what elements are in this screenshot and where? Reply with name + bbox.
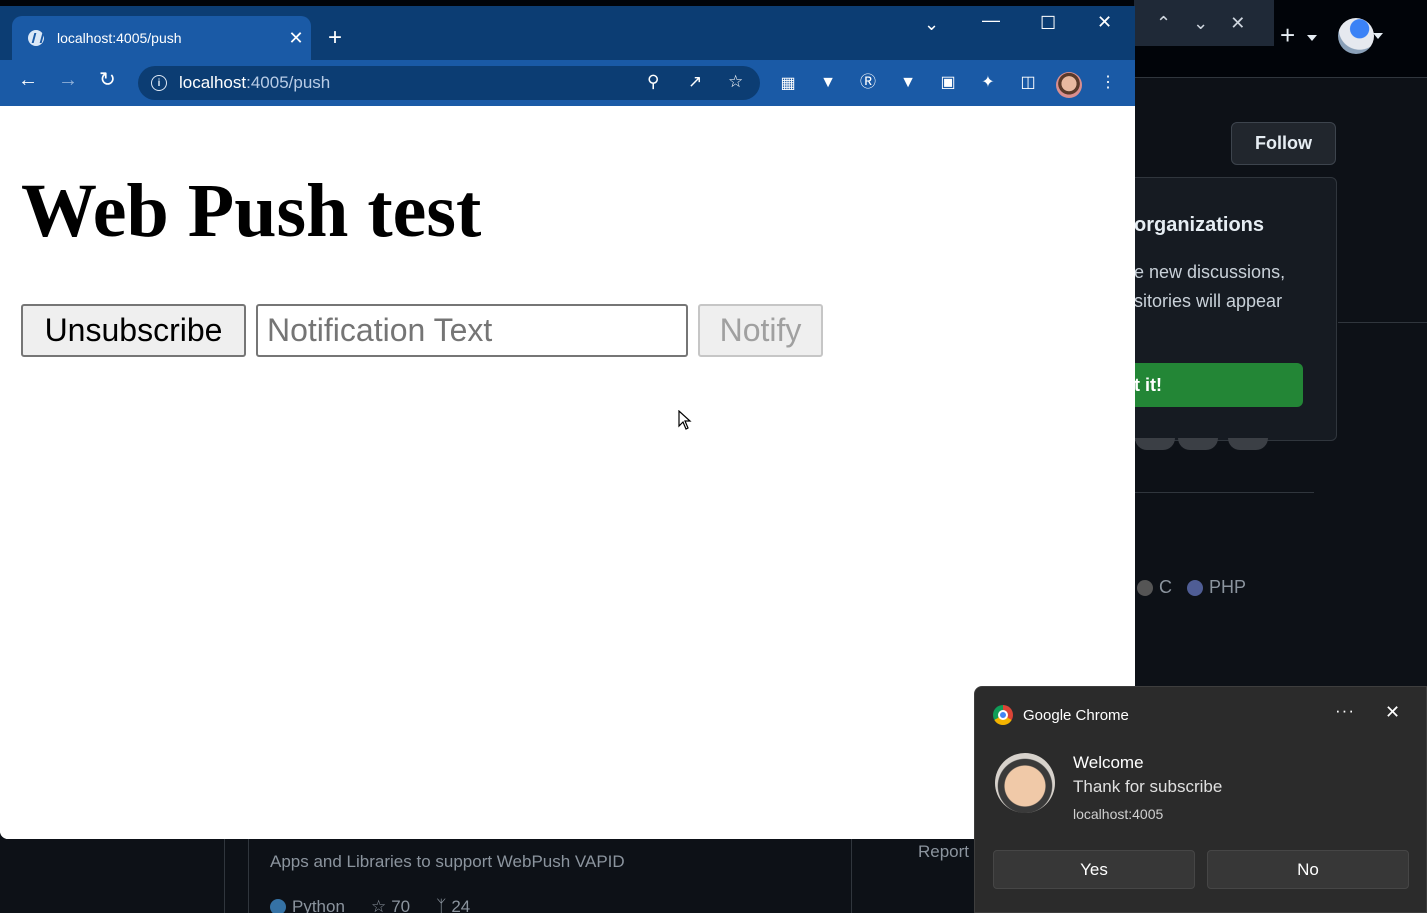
notification-header: Google Chrome [993,705,1129,725]
follow-button[interactable]: Follow [1231,122,1336,165]
mouse-cursor-icon [678,410,692,430]
notification-origin: localhost:4005 [1073,806,1164,822]
card-action-button[interactable]: t it! [1120,363,1303,407]
repo-forks[interactable]: ᛉ 24 [436,897,470,913]
apps-grid-icon[interactable]: ▦ [778,74,798,94]
page-content: Web Push test Unsubscribe Notify [0,106,1135,839]
url-host: localhost [179,73,247,92]
language-label: PHP [1209,577,1247,597]
new-tab-icon[interactable]: + [328,26,342,50]
caret-down-icon [1373,33,1383,39]
reload-icon[interactable]: ↻ [99,70,116,90]
divider [1338,322,1427,323]
chrome-notification[interactable]: Google Chrome ··· ✕ Welcome Thank for su… [974,686,1427,913]
site-favicon-icon [28,30,44,46]
close-tab-icon[interactable]: ✕ [281,28,311,49]
chrome-icon [993,705,1013,725]
repo-meta: Python ☆ 70 ᛉ 24 [270,897,470,913]
share-icon[interactable]: ↗ [688,73,702,90]
browser-toolbar: ← → ↻ i localhost:4005/push ⚲ ↗ ☆ ▦ ▼ Ⓡ … [0,60,1135,106]
language-dot [1137,579,1153,596]
avatar-stack [1135,438,1175,450]
close-icon[interactable]: ✕ [1230,13,1245,34]
vue-devtools-icon[interactable]: ▼ [898,73,918,93]
language-item[interactable]: C [1137,577,1172,598]
language-dot [270,899,286,913]
star-icon: ☆ [370,897,387,913]
divider [1134,492,1314,493]
vue-devtools-icon[interactable]: ▼ [818,73,838,93]
url-path: :4005/push [246,73,331,92]
avatar-stack [1228,438,1268,450]
tab-push[interactable]: localhost:4005/push ✕ [12,16,311,60]
window-controls-background: ⌃ ⌄ ✕ [1134,0,1274,46]
tab-search-icon[interactable]: ⌄ [924,14,939,35]
repo-language-label: Python [292,897,345,913]
user-avatar[interactable] [1338,18,1374,54]
side-panel-icon[interactable]: ◫ [1018,73,1038,93]
address-bar[interactable]: i localhost:4005/push ⚲ ↗ ☆ [138,66,760,100]
repo-forks-count: 24 [451,897,471,913]
close-notification-icon[interactable]: ✕ [1385,702,1400,723]
fork-icon: ᛉ [436,897,447,913]
language-dot [1187,579,1203,596]
chevron-up-icon[interactable]: ⌃ [1156,13,1171,34]
caret-down-icon [1307,35,1317,41]
zoom-icon[interactable]: ⚲ [647,73,659,90]
yes-button[interactable]: Yes [993,850,1195,889]
repo-language: Python [270,897,345,913]
repo-stars-count: 70 [391,897,411,913]
more-vertical-icon[interactable]: ⋮ [1098,73,1118,93]
chevron-down-icon[interactable]: ⌄ [1193,13,1208,34]
tab-strip: localhost:4005/push ✕ + ⌄ — ☐ ✕ [0,6,1135,60]
language-label: C [1159,577,1172,597]
tab-title: localhost:4005/push [57,30,182,46]
screenshot-extension-icon[interactable]: ▣ [938,73,958,93]
notify-button[interactable]: Notify [698,304,823,357]
card-text: e new discussions, sitories will appear [1134,262,1286,311]
bookmark-star-icon[interactable]: ☆ [728,73,743,90]
page-title: Web Push test [21,169,482,253]
unsubscribe-button[interactable]: Unsubscribe [21,304,246,357]
no-button[interactable]: No [1207,850,1409,889]
extension-r-icon[interactable]: Ⓡ [858,73,878,93]
notification-app-name: Google Chrome [1023,706,1129,724]
minimize-icon[interactable]: — [982,10,1000,31]
repo-description: Apps and Libraries to support WebPush VA… [270,852,625,871]
language-item[interactable]: PHP [1187,577,1246,598]
close-window-icon[interactable]: ✕ [1097,12,1112,33]
avatar-stack [1178,438,1218,450]
back-icon[interactable]: ← [18,70,38,90]
forward-icon[interactable]: → [58,70,78,90]
card-title: organizations [1134,214,1265,236]
notification-avatar [995,753,1055,813]
browser-window: localhost:4005/push ✕ + ⌄ — ☐ ✕ ← → ↻ i … [0,6,1135,839]
divider [224,838,225,913]
repo-stars[interactable]: ☆ 70 [371,897,410,913]
more-options-icon[interactable]: ··· [1335,701,1355,721]
extensions-puzzle-icon[interactable]: ✦ [978,73,998,93]
site-info-icon[interactable]: i [151,75,167,91]
notification-title: Welcome [1073,753,1144,772]
notification-body: Thank for subscribe [1073,777,1223,796]
create-new-icon[interactable]: + [1280,22,1295,48]
notification-text-input[interactable] [256,304,688,357]
maximize-icon[interactable]: ☐ [1040,13,1056,34]
profile-avatar[interactable] [1056,72,1082,98]
